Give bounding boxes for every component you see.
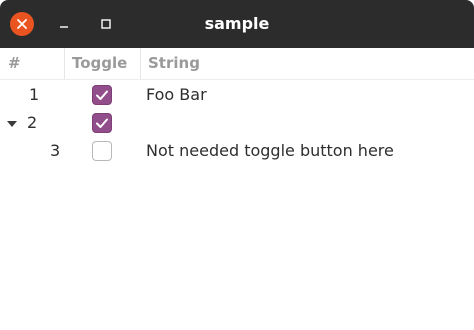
column-header-toggle[interactable]: Toggle: [72, 48, 127, 79]
expander-arrow-down-icon[interactable]: [6, 118, 18, 130]
checkmark-icon: [96, 118, 108, 128]
checkmark-icon: [96, 90, 108, 100]
column-divider: [140, 48, 141, 79]
title-bar[interactable]: sample: [0, 0, 474, 48]
column-header-string[interactable]: String: [148, 48, 200, 79]
row-index: 3: [50, 141, 61, 160]
row-index: 2: [27, 113, 38, 132]
tree-row[interactable]: 1 Foo Bar: [0, 81, 474, 109]
window-title: sample: [204, 14, 270, 33]
row-toggle-checkbox[interactable]: [92, 141, 112, 161]
column-header-index[interactable]: #: [8, 48, 21, 79]
row-toggle-checkbox[interactable]: [92, 85, 112, 105]
row-toggle-checkbox[interactable]: [92, 113, 112, 133]
row-string: Foo Bar: [146, 85, 207, 104]
row-index: 1: [29, 85, 40, 104]
tree-row[interactable]: 3 Not needed toggle button here: [0, 137, 474, 165]
column-divider: [64, 48, 65, 79]
row-string: Not needed toggle button here: [146, 141, 394, 160]
tree-row[interactable]: 2: [0, 109, 474, 137]
column-header-row: # Toggle String: [0, 48, 474, 80]
app-window: sample # Toggle String 1 Foo Bar 2 3 Not…: [0, 0, 474, 330]
